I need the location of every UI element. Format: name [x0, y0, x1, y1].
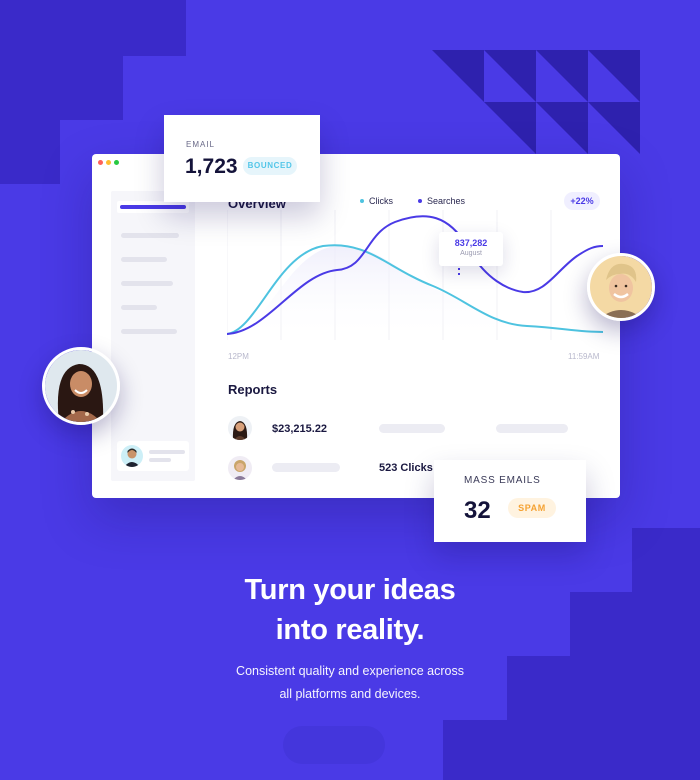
spam-badge: SPAM: [508, 498, 556, 518]
sidebar: [111, 191, 195, 481]
mass-emails-card: MASS EMAILS 32 SPAM: [434, 460, 586, 542]
reports-title: Reports: [228, 382, 278, 397]
triangle-pattern: [432, 50, 640, 154]
avatar: [228, 456, 252, 480]
report-value: $23,215.22: [272, 423, 328, 435]
sidebar-item[interactable]: [121, 233, 179, 238]
searches-dot-icon: [418, 199, 422, 203]
report-placeholder-bar: [379, 424, 445, 433]
avatar-woman: [42, 347, 120, 425]
legend-clicks[interactable]: Clicks: [360, 196, 393, 206]
headline-line-2: into reality.: [275, 614, 425, 646]
legend-searches[interactable]: Searches: [418, 196, 465, 206]
user-role-placeholder: [149, 458, 171, 462]
email-card-label: EMAIL: [186, 140, 216, 149]
subline-line-1: Consistent quality and experience across: [236, 664, 464, 678]
tooltip-value: 837,282: [454, 238, 488, 248]
bg-step-top-left: [0, 120, 60, 184]
sidebar-item[interactable]: [121, 305, 157, 310]
mass-emails-label: MASS EMAILS: [464, 475, 541, 486]
x-axis-start-label: 12PM: [228, 352, 249, 361]
change-badge: +22%: [564, 192, 600, 210]
chart-tooltip: 837,282 August: [439, 232, 503, 266]
tooltip-label: August: [460, 250, 482, 257]
avatar-man: [587, 253, 655, 321]
window-maximize-dot[interactable]: [114, 160, 119, 165]
headline-line-1: Turn your ideas: [244, 574, 456, 606]
hero-headline: Turn your ideas into reality.: [0, 570, 700, 650]
email-card: EMAIL 1,723 BOUNCED: [164, 115, 320, 202]
user-name-placeholder: [149, 450, 185, 454]
bounced-badge: BOUNCED: [243, 157, 297, 175]
avatar: [121, 445, 143, 467]
cta-button[interactable]: [283, 726, 385, 764]
x-axis-end-label: 11:59AM: [568, 352, 600, 361]
sidebar-user[interactable]: [117, 441, 189, 471]
bg-step-top-left: [0, 56, 123, 120]
bg-step-bottom-right: [443, 720, 700, 780]
subline-line-2: all platforms and devices.: [279, 687, 421, 701]
legend-label: Clicks: [369, 196, 393, 206]
dashboard-window: Overview Clicks Searches +22% 837,282 Au…: [92, 154, 620, 498]
clicks-dot-icon: [360, 199, 364, 203]
avatar: [228, 416, 252, 440]
bg-step-top-left: [0, 0, 186, 56]
chart-area-fill: [227, 245, 603, 340]
legend-label: Searches: [427, 196, 466, 206]
mass-emails-value: 32: [464, 497, 491, 524]
report-value: 523 Clicks: [379, 462, 433, 474]
sidebar-item[interactable]: [121, 329, 177, 334]
report-placeholder-bar: [496, 424, 568, 433]
sidebar-item[interactable]: [121, 257, 167, 262]
hero-subline: Consistent quality and experience across…: [0, 660, 700, 706]
window-close-dot[interactable]: [98, 160, 103, 165]
overview-line-chart: [227, 210, 603, 340]
email-card-value: 1,723: [185, 155, 238, 178]
sidebar-item[interactable]: [121, 281, 173, 286]
report-placeholder-bar: [272, 463, 340, 472]
sidebar-item-active[interactable]: [117, 201, 189, 213]
window-minimize-dot[interactable]: [106, 160, 111, 165]
